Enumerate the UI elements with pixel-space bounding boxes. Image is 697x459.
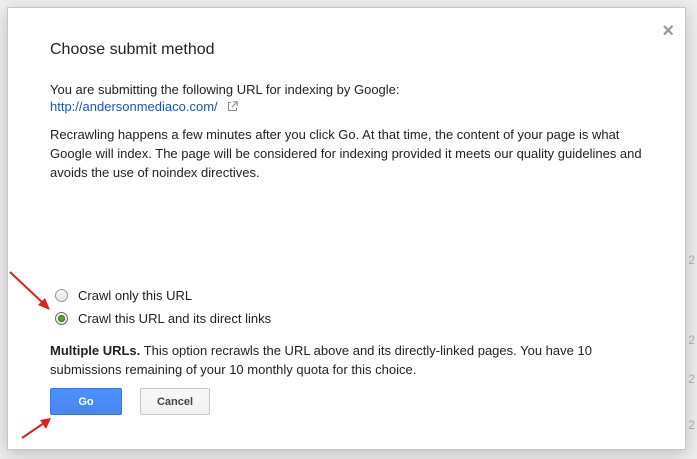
- annotation-arrows: [9, 271, 51, 439]
- arrow-icon: [9, 271, 50, 310]
- arrow-icon: [21, 418, 51, 439]
